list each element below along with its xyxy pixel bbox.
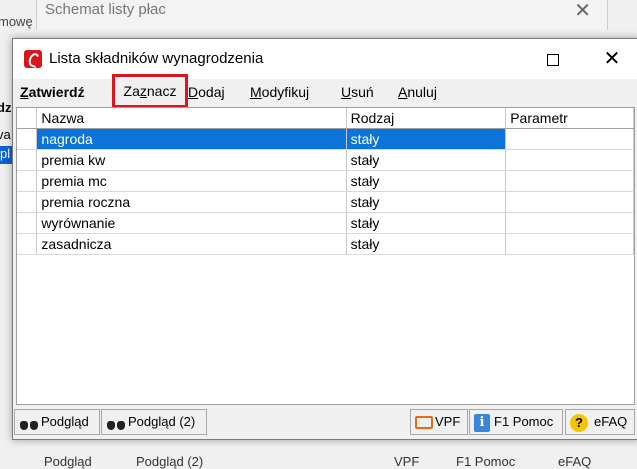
close-button[interactable]: ✕ — [589, 39, 635, 79]
cell-nazwa: zasadnicza — [36, 233, 347, 255]
anuluj-button[interactable]: Anuluj — [398, 79, 437, 105]
vpf-label: VPF — [435, 414, 461, 429]
table-row[interactable]: zasadnicza stały — [17, 233, 634, 255]
binoculars-icon — [106, 416, 126, 430]
podglad-button[interactable]: Podgląd — [14, 409, 100, 435]
label-accel: U — [341, 84, 352, 100]
label-part: nacz — [146, 83, 177, 99]
pomoc-label: F1 Pomoc — [494, 414, 554, 429]
cell-parametr — [505, 149, 634, 171]
label-part: suń — [351, 84, 374, 100]
row-indicator — [17, 170, 38, 192]
dialog-title: Lista składników wynagrodzenia — [49, 50, 264, 67]
components-grid[interactable]: Nazwa Rodzaj Parametr nagroda stały prem… — [16, 107, 635, 405]
cell-parametr — [505, 212, 634, 234]
vpf-icon — [415, 416, 433, 430]
label-part: Za — [123, 83, 140, 99]
zatwierdz-button[interactable]: Zatwierdź — [20, 79, 85, 105]
column-header-parametr[interactable]: Parametr — [505, 108, 634, 129]
vpf-button[interactable]: VPF — [410, 409, 468, 435]
row-indicator — [17, 191, 38, 213]
table-row[interactable]: nagroda stały — [17, 128, 634, 150]
row-indicator — [17, 233, 38, 255]
label-accel: z — [139, 83, 147, 99]
label-accel: A — [398, 84, 408, 100]
cell-parametr — [505, 191, 634, 213]
grid-table: Nazwa Rodzaj Parametr nagroda stały prem… — [17, 108, 634, 255]
info-icon: i — [474, 413, 490, 432]
pomoc-button[interactable]: i F1 Pomoc — [469, 409, 563, 435]
label-accel: M — [250, 84, 262, 100]
podglad-label: Podgląd — [41, 414, 89, 429]
bg-podglad2-button[interactable]: Podgląd (2) — [136, 454, 203, 469]
cell-nazwa: nagroda — [36, 128, 347, 150]
maximize-icon — [547, 54, 559, 67]
efaq-button[interactable]: ? eFAQ — [565, 409, 635, 435]
podglad2-button[interactable]: Podgląd (2) — [101, 409, 207, 435]
close-icon: ✕ — [603, 48, 621, 70]
label-accel: Z — [20, 84, 29, 100]
usun-button[interactable]: Usuń — [341, 79, 374, 105]
bg-podglad-button[interactable]: Podgląd — [44, 454, 92, 469]
efaq-label: eFAQ — [594, 414, 628, 429]
cell-nazwa: wyrównanie — [36, 212, 347, 234]
bg-vpf-button[interactable]: VPF — [394, 454, 419, 469]
cell-rodzaj: stały — [346, 170, 507, 192]
label-part: nuluj — [407, 84, 437, 100]
cell-nazwa: premia kw — [36, 149, 347, 171]
podglad2-label: Podgląd (2) — [128, 414, 196, 429]
label-accel: D — [188, 84, 199, 100]
row-indicator — [17, 212, 38, 234]
dialog-titlebar: Lista składników wynagrodzenia ✕ — [13, 39, 637, 79]
table-row[interactable]: premia roczna stały — [17, 191, 634, 213]
label-part: odaj — [198, 84, 225, 100]
bg-fragment: dz — [0, 100, 12, 115]
bg-pomoc-button[interactable]: F1 Pomoc — [456, 454, 515, 469]
cell-rodzaj: stały — [346, 191, 507, 213]
table-row[interactable]: wyrównanie stały — [17, 212, 634, 234]
app-logo-icon — [24, 50, 42, 68]
bg-fragment: mowę — [0, 14, 33, 29]
row-indicator — [17, 128, 38, 150]
cell-rodzaj: stały — [346, 128, 507, 150]
modyfikuj-button[interactable]: Modyfikuj — [250, 79, 309, 105]
cell-parametr — [505, 170, 634, 192]
dialog-footer: Podgląd Podgląd (2) VPF i F1 Pomoc ? eFAQ — [13, 407, 637, 439]
cell-rodzaj: stały — [346, 233, 507, 255]
row-indicator — [17, 149, 38, 171]
question-icon: ? — [570, 413, 588, 432]
label-part: atwierdź — [28, 84, 85, 100]
header-indicator — [17, 108, 38, 129]
cell-rodzaj: stały — [346, 212, 507, 234]
cell-parametr — [505, 128, 634, 150]
cell-nazwa: premia mc — [36, 170, 347, 192]
background-titlebar: Schemat listy płac ✕ — [36, 0, 608, 30]
grid-header-row: Nazwa Rodzaj Parametr — [17, 108, 634, 129]
zaznacz-button[interactable]: Zaznacz — [112, 74, 188, 108]
cell-nazwa: premia roczna — [36, 191, 347, 213]
toolbar: Zatwierdź Zaznacz Dodaj Modyfikuj Usuń A… — [13, 74, 637, 108]
dialog-window: Lista składników wynagrodzenia ✕ Zatwier… — [12, 38, 637, 440]
dodaj-button[interactable]: Dodaj — [188, 79, 225, 105]
table-row[interactable]: premia kw stały — [17, 149, 634, 171]
maximize-button[interactable] — [530, 39, 576, 79]
bg-efaq-button[interactable]: eFAQ — [558, 454, 591, 469]
table-row[interactable]: premia mc stały — [17, 170, 634, 192]
background-close-icon[interactable]: ✕ — [574, 0, 591, 23]
background-footer: Podgląd Podgląd (2) VPF F1 Pomoc eFAQ — [36, 448, 636, 469]
cell-rodzaj: stały — [346, 149, 507, 171]
background-title: Schemat listy płac — [45, 1, 166, 18]
binoculars-icon — [19, 416, 39, 430]
bg-fragment: va — [0, 127, 11, 142]
column-header-rodzaj[interactable]: Rodzaj — [346, 108, 507, 129]
column-header-nazwa[interactable]: Nazwa — [36, 108, 347, 129]
label-part: odyfikuj — [261, 84, 310, 100]
cell-parametr — [505, 233, 634, 255]
